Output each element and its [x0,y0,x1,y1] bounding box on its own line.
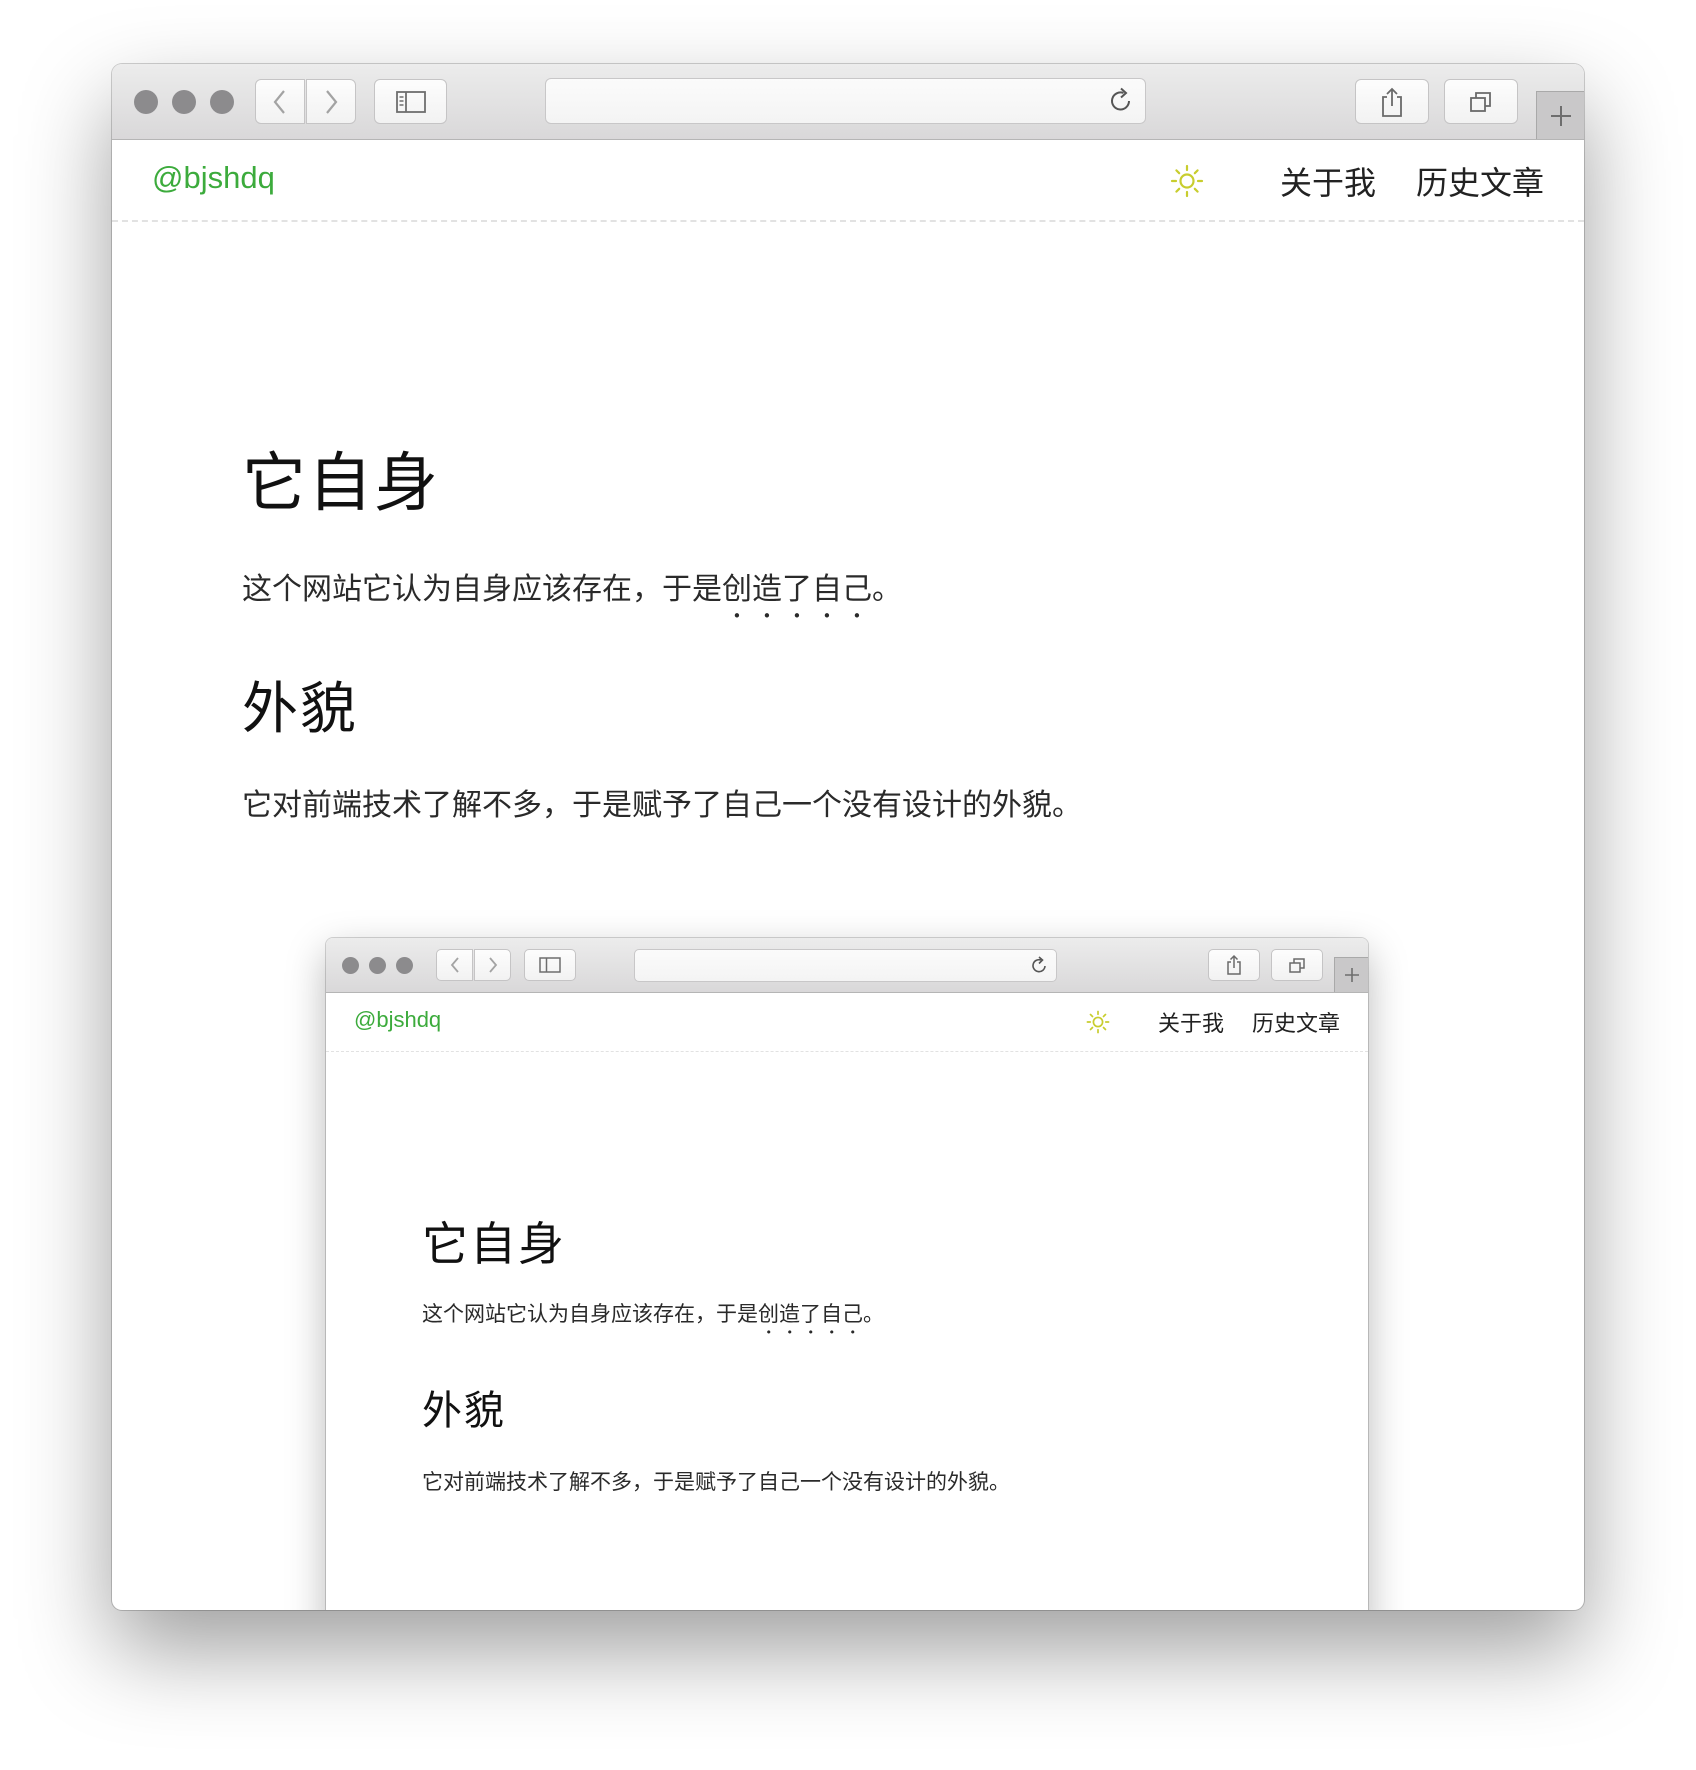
sun-icon [1086,1010,1110,1034]
nested-heading-appearance: 外貌 [422,1388,506,1434]
nested-emphasis-text: 创造了自己 [758,1302,863,1326]
minimize-window-button[interactable] [172,90,196,114]
address-bar[interactable] [545,78,1146,124]
share-button[interactable] [1355,79,1429,124]
nested-close-light [342,957,359,974]
chevron-left-icon [450,957,459,973]
heading-appearance: 外貌 [242,677,358,742]
paragraph-self-end: 。 [872,572,902,607]
paragraph-appearance: 它对前端技术了解不多，于是赋予了自己一个没有设计的外貌。 [242,788,1082,823]
browser-toolbar [112,64,1584,140]
chevron-right-icon [488,957,497,973]
sidebar-icon [539,957,561,973]
emphasis-text: 创造了自己 [722,572,872,607]
nested-heading-self: 它自身 [422,1217,566,1271]
share-icon [1227,954,1241,975]
forward-button[interactable] [306,79,356,124]
brand-link[interactable]: @bjshdq [152,160,275,196]
new-tab-button[interactable] [1536,91,1584,139]
site-nav: 关于我 历史文章 [1170,158,1544,204]
nested-zoom-light [396,957,413,974]
share-icon [1382,87,1402,117]
nested-address-bar [634,949,1057,982]
nested-browser-screenshot: @bjshdq 关于我 历史文章 它自身 这个网站它认为自身应该存在，于是创造了… [326,938,1368,1610]
nested-site-nav: 关于我 历史文章 [1086,1006,1340,1038]
close-window-button[interactable] [134,90,158,114]
nested-forward-button [474,949,511,981]
nav-link-archive[interactable]: 历史文章 [1416,158,1544,204]
browser-window: @bjshdq 关于我 历史文章 它自身 这个网站它认为自身应该存在，于是创造了… [112,64,1584,1610]
nested-share-button [1208,949,1260,981]
nested-site-header: @bjshdq 关于我 历史文章 [326,993,1368,1052]
plus-icon [1344,968,1359,982]
nav-link-about[interactable]: 关于我 [1280,158,1376,204]
chevron-right-icon [326,89,338,114]
nested-new-tab-button [1334,957,1368,992]
paragraph-self-text: 这个网站它认为自身应该存在，于是 [242,572,722,607]
nested-brand: @bjshdq [354,1007,442,1032]
nested-tabs-button [1271,949,1323,981]
paragraph-self: 这个网站它认为自身应该存在，于是创造了自己。 [242,564,902,625]
nested-paragraph-self-end: 。 [863,1302,884,1326]
nested-back-button [436,949,473,981]
nested-paragraph-self: 这个网站它认为自身应该存在，于是创造了自己。 [422,1298,884,1339]
nested-minimize-light [369,957,386,974]
reload-icon [1032,956,1046,973]
zoom-window-button[interactable] [210,90,234,114]
theme-toggle[interactable] [1170,164,1204,198]
nested-sidebar-button [524,949,576,981]
tabs-overview-icon [1470,91,1491,112]
nested-nav-about: 关于我 [1157,1012,1224,1037]
nested-nav-archive: 历史文章 [1251,1012,1340,1037]
site-header: @bjshdq 关于我 历史文章 [112,140,1584,222]
nested-browser-toolbar [326,938,1368,993]
tabs-overview-button[interactable] [1444,79,1518,124]
sidebar-button[interactable] [374,79,447,124]
nested-paragraph-appearance: 它对前端技术了解不多，于是赋予了自己一个没有设计的外貌。 [422,1470,1010,1494]
back-button[interactable] [255,79,305,124]
sun-icon [1170,164,1204,198]
tabs-overview-icon [1289,957,1305,973]
heading-self: 它自身 [242,447,440,521]
plus-icon [1550,105,1571,126]
nested-paragraph-self-text: 这个网站它认为自身应该存在，于是 [422,1302,758,1326]
nested-theme-toggle [1086,1010,1110,1034]
reload-icon[interactable] [1107,86,1135,116]
chevron-left-icon [273,89,285,114]
sidebar-icon [395,90,426,113]
